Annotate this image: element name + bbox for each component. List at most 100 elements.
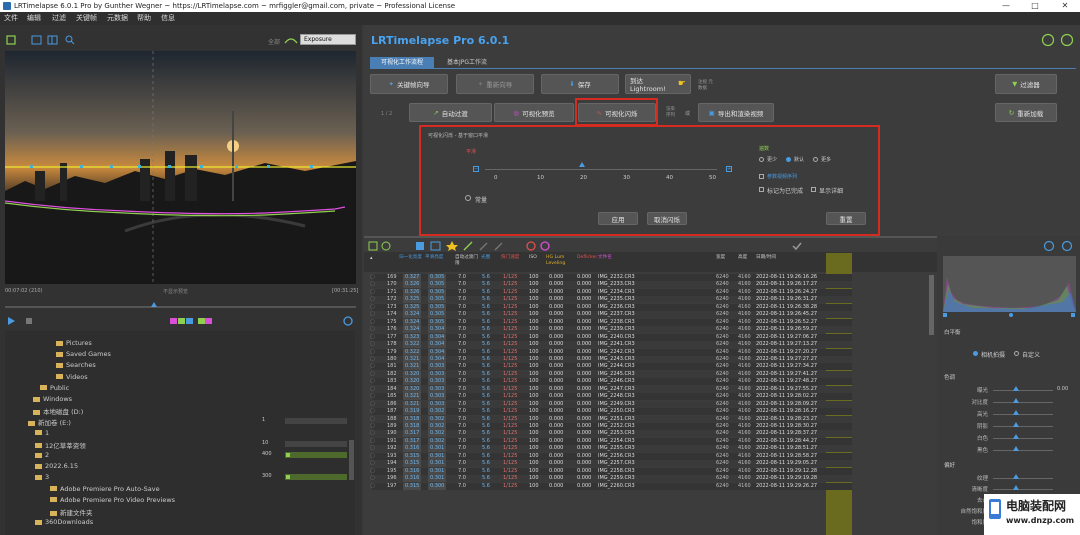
- curve-select[interactable]: Exposure: [300, 34, 356, 45]
- table-row[interactable]: ▢ 188 0.318 0.302 7.0 5.6 1/125 100 0.000 0.000 IM…: [370, 415, 852, 423]
- keyframe-markers-icon[interactable]: [170, 318, 212, 324]
- table-row[interactable]: ▢ 178 0.322 0.304 7.0 5.6 1/125 100 0.000 0.000 IM…: [370, 341, 852, 349]
- develop-slider[interactable]: [993, 489, 1053, 490]
- column-header[interactable]: 归一化亮度: [399, 255, 425, 261]
- menu-edit[interactable]: 编辑: [27, 12, 41, 25]
- develop-slider-handle[interactable]: [1013, 434, 1019, 439]
- table-row[interactable]: ▢ 192 0.316 0.301 7.0 5.6 1/125 100 0.000 0.000 IM…: [370, 445, 852, 453]
- export-icon[interactable]: [416, 242, 424, 250]
- table-row[interactable]: ▢ 169 0.327 0.305 7.0 5.6 1/125 100 0.000 0.000 IM…: [370, 274, 852, 281]
- grid-icon[interactable]: [47, 35, 58, 45]
- reset-button[interactable]: 重置: [826, 212, 866, 225]
- table-row[interactable]: ▢ 175 0.324 0.305 7.0 5.6 1/125 100 0.000 0.000 IM…: [370, 318, 852, 326]
- curve-icon[interactable]: [284, 35, 298, 45]
- develop-slider[interactable]: [993, 414, 1053, 415]
- visual-preview-button[interactable]: ◎ 可视化预览: [494, 103, 574, 122]
- column-header[interactable]: 文件名: [598, 255, 624, 261]
- decrease-icon[interactable]: −: [473, 166, 479, 172]
- menu-filter[interactable]: 过滤: [52, 12, 66, 25]
- table-row[interactable]: ▢ 182 0.320 0.303 7.0 5.6 1/125 100 0.000 0.000 IM…: [370, 370, 852, 378]
- rewizard-button[interactable]: ✦ 重新向导: [456, 74, 534, 94]
- crop-icon[interactable]: [6, 35, 16, 45]
- sequence-checkbox[interactable]: [759, 174, 764, 179]
- smoothing-slider-handle[interactable]: [579, 162, 585, 167]
- highlight-clip-icon[interactable]: [1071, 313, 1075, 317]
- menu-file[interactable]: 文件: [4, 12, 18, 25]
- table-row[interactable]: ▢ 185 0.321 0.303 7.0 5.6 1/125 100 0.000 0.000 IM…: [370, 393, 852, 401]
- table-row[interactable]: ▢ 176 0.324 0.304 7.0 5.6 1/125 100 0.000 0.000 IM…: [370, 326, 852, 334]
- table-row[interactable]: ▢ 172 0.325 0.305 7.0 5.6 1/125 100 0.000 0.000 IM…: [370, 296, 852, 304]
- tree-item[interactable]: Windows: [33, 395, 72, 403]
- wb-as-shot-radio[interactable]: [973, 351, 978, 356]
- apply-button[interactable]: 应用: [598, 212, 638, 225]
- radio-fewer[interactable]: [759, 157, 764, 162]
- shadow-clip-icon[interactable]: [943, 313, 947, 317]
- tree-item[interactable]: Adobe Premiere Pro Auto-Save: [50, 485, 160, 493]
- tab-visual-workflow[interactable]: 可视化工作流程: [370, 57, 434, 68]
- table-row[interactable]: ▢ 193 0.315 0.301 7.0 5.6 1/125 100 0.000 0.000 IM…: [370, 452, 852, 460]
- window-icon[interactable]: [31, 35, 42, 45]
- star-icon[interactable]: [446, 241, 458, 251]
- mark-done-checkbox[interactable]: [759, 187, 764, 192]
- table-row[interactable]: ▢ 177 0.323 0.304 7.0 5.6 1/125 100 0.000 0.000 IM…: [370, 333, 852, 341]
- tree-item[interactable]: 1: [35, 429, 49, 437]
- develop-slider[interactable]: [993, 390, 1053, 391]
- menu-metadata[interactable]: 元数据: [107, 12, 128, 25]
- table-row[interactable]: ▢ 190 0.317 0.302 7.0 5.6 1/125 100 0.000 0.000 IM…: [370, 430, 852, 438]
- sort-icon[interactable]: ▴: [370, 255, 373, 261]
- table-row[interactable]: ▢ 170 0.326 0.305 7.0 5.6 1/125 100 0.000 0.000 IM…: [370, 281, 852, 289]
- menu-info[interactable]: 信息: [161, 12, 175, 25]
- tree-item[interactable]: Videos: [56, 373, 88, 381]
- table-row[interactable]: ▢ 179 0.322 0.304 7.0 5.6 1/125 100 0.000 0.000 IM…: [370, 348, 852, 356]
- develop-slider-handle[interactable]: [1013, 386, 1019, 391]
- tree-item[interactable]: 2: [35, 451, 49, 459]
- tree-item[interactable]: 12亿草莘资领: [35, 440, 86, 450]
- table-row[interactable]: ▢ 184 0.320 0.303 7.0 5.6 1/125 100 0.000 0.000 IM…: [370, 385, 852, 393]
- timeline-slider[interactable]: [5, 306, 356, 308]
- cancel-deflicker-button[interactable]: 取消闪烁: [647, 212, 687, 225]
- help-icon[interactable]: [1061, 240, 1073, 252]
- close-button[interactable]: ✕: [1051, 0, 1079, 12]
- column-header[interactable]: 快门速度: [501, 255, 527, 261]
- tree-item[interactable]: 2022.6.15: [35, 462, 78, 470]
- tree-scrollbar[interactable]: [349, 440, 354, 480]
- to-lightroom-button[interactable]: 到达 Lightroom! ☛: [625, 74, 691, 94]
- develop-slider-handle[interactable]: [1013, 422, 1019, 427]
- play-icon[interactable]: [8, 317, 15, 325]
- tree-item[interactable]: 新建文件夹: [50, 507, 93, 517]
- table-row[interactable]: ▢ 186 0.321 0.303 7.0 5.6 1/125 100 0.000 0.000 IM…: [370, 400, 852, 408]
- keyframe-wizard-button[interactable]: ✦ 关键帧向导: [370, 74, 448, 94]
- power-icon[interactable]: [1060, 33, 1074, 47]
- develop-slider[interactable]: [993, 402, 1053, 403]
- refresh-icon[interactable]: [343, 316, 353, 326]
- column-header[interactable]: HG Lum Leveling: [546, 255, 580, 267]
- auto-transition-button[interactable]: ↗ 自动过渡: [409, 103, 492, 122]
- table-scrollbar[interactable]: [929, 275, 934, 335]
- settings-icon[interactable]: [1043, 240, 1055, 252]
- tree-item[interactable]: Saved Games: [56, 350, 111, 358]
- constant-checkbox[interactable]: [465, 195, 471, 201]
- smoothing-slider[interactable]: [485, 169, 717, 170]
- column-header[interactable]: 日期/时间: [756, 255, 796, 261]
- radio-more[interactable]: [813, 157, 818, 162]
- table-row[interactable]: ▢ 174 0.324 0.305 7.0 5.6 1/125 100 0.000 0.000 IM…: [370, 311, 852, 319]
- deflicker-ring-icon[interactable]: [526, 241, 536, 251]
- table-row[interactable]: ▢ 189 0.318 0.302 7.0 5.6 1/125 100 0.000 0.000 IM…: [370, 423, 852, 430]
- menu-help[interactable]: 帮助: [137, 12, 151, 25]
- table-row[interactable]: ▢ 197 0.315 0.300 7.0 5.6 1/125 100 0.000 0.000 IM…: [370, 482, 852, 490]
- tab-basic-jpg[interactable]: 基本JPG工作流: [436, 57, 498, 68]
- tool-icon[interactable]: [494, 242, 503, 251]
- stop-icon[interactable]: [26, 318, 32, 324]
- table-row[interactable]: ▢ 171 0.326 0.305 7.0 5.6 1/125 100 0.000 0.000 IM…: [370, 288, 852, 296]
- column-header[interactable]: 自动过渡门限: [455, 255, 481, 267]
- develop-slider-handle[interactable]: [1013, 446, 1019, 451]
- lrt-badge-icon[interactable]: [1041, 33, 1055, 47]
- wb-custom-radio[interactable]: [1014, 351, 1019, 356]
- ramp-icon[interactable]: [463, 241, 473, 251]
- table-row[interactable]: ▢ 187 0.319 0.302 7.0 5.6 1/125 100 0.000 0.000 IM…: [370, 408, 852, 416]
- preview-dot-icon[interactable]: [540, 241, 550, 251]
- tree-item[interactable]: Searches: [56, 361, 96, 369]
- develop-slider[interactable]: [993, 478, 1053, 479]
- table-row[interactable]: ▢ 195 0.316 0.301 7.0 5.6 1/125 100 0.000 0.000 IM…: [370, 467, 852, 475]
- radio-default[interactable]: [786, 157, 791, 162]
